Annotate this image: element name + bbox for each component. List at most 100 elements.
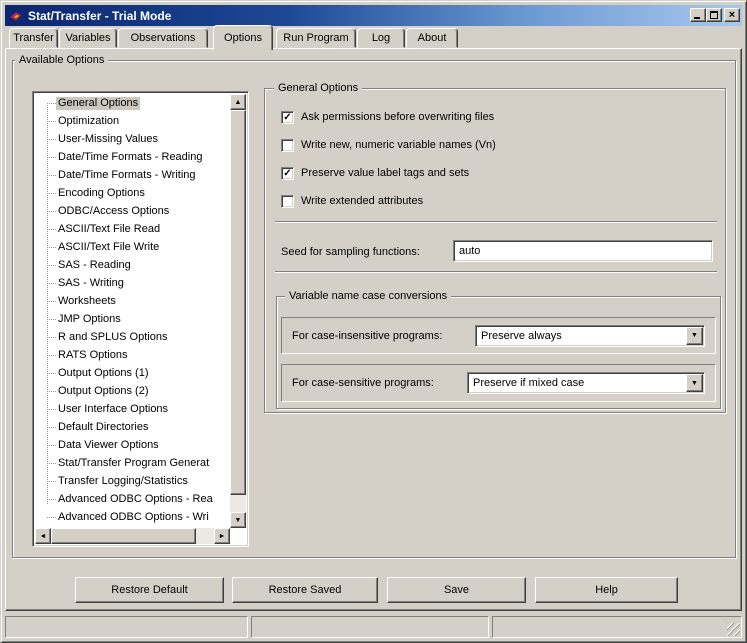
- tree-item-label: User-Missing Values: [58, 132, 159, 145]
- tree-item-jmp-options[interactable]: JMP Options: [35, 310, 230, 328]
- options-tab-page: Available Options General Options Optimiz…: [5, 48, 742, 611]
- vertical-scroll-thumb[interactable]: [230, 110, 246, 495]
- tree-item-label: Output Options (2): [58, 384, 149, 397]
- tree-item-label: Data Viewer Options: [58, 438, 159, 451]
- tree-item-odbc-access-options[interactable]: ODBC/Access Options: [35, 202, 230, 220]
- application-window: Stat/Transfer - Trial Mode × Transfer Var…: [0, 0, 747, 643]
- app-icon: [8, 8, 24, 24]
- tree-item-label: Date/Time Formats - Reading: [58, 150, 203, 163]
- maximize-icon: [710, 11, 718, 19]
- checkbox-row-write-new-numeric-variable-names-vn[interactable]: Write new, numeric variable names (Vn): [281, 138, 496, 152]
- tree-item-advanced-odbc-options-wri[interactable]: Advanced ODBC Options - Wri: [35, 508, 230, 526]
- status-bar: [5, 616, 742, 638]
- scroll-up-button[interactable]: ▲: [230, 94, 246, 110]
- tab-run-program[interactable]: Run Program: [276, 28, 356, 48]
- tree-item-sas-reading[interactable]: SAS - Reading: [35, 256, 230, 274]
- case-sensitive-row: For case-sensitive programs: Preserve if…: [281, 364, 716, 402]
- checkbox-row-write-extended-attributes[interactable]: Write extended attributes: [281, 194, 423, 208]
- tree-item-optimization[interactable]: Optimization: [35, 112, 230, 130]
- tree-item-user-interface-options[interactable]: User Interface Options: [35, 400, 230, 418]
- tree-item-ascii-text-file-read[interactable]: ASCII/Text File Read: [35, 220, 230, 238]
- tab-transfer[interactable]: Transfer: [9, 28, 58, 48]
- maximize-button[interactable]: [706, 8, 722, 22]
- options-tree[interactable]: General Options Optimization User-Missing …: [32, 91, 249, 547]
- tree-item-ascii-text-file-write[interactable]: ASCII/Text File Write: [35, 238, 230, 256]
- tree-item-worksheets[interactable]: Worksheets: [35, 292, 230, 310]
- tree-item-user-missing-values[interactable]: User-Missing Values: [35, 130, 230, 148]
- tree-item-output-options-1[interactable]: Output Options (1): [35, 364, 230, 382]
- checkbox-label: Write new, numeric variable names (Vn): [301, 139, 496, 151]
- tree-item-label: Output Options (1): [58, 366, 149, 379]
- tab-about[interactable]: About: [406, 28, 458, 48]
- tree-item-rats-options[interactable]: RATS Options: [35, 346, 230, 364]
- checkbox-label: Write extended attributes: [301, 195, 424, 207]
- window-title: Stat/Transfer - Trial Mode: [28, 8, 172, 23]
- checkbox-row-ask-permissions-before-overwriting-files[interactable]: ✓ Ask permissions before overwriting file…: [281, 110, 494, 124]
- titlebar[interactable]: Stat/Transfer - Trial Mode ×: [5, 5, 742, 26]
- seed-label: Seed for sampling functions:: [281, 246, 420, 258]
- tree-item-general-options[interactable]: General Options: [35, 94, 230, 112]
- tree-horizontal-scrollbar[interactable]: ◄ ►: [35, 528, 230, 544]
- horizontal-scroll-thumb[interactable]: [51, 528, 196, 544]
- general-options-label: General Options: [274, 81, 363, 95]
- status-panel-1: [5, 616, 248, 638]
- tree-item-label: Advanced ODBC Options - Rea: [58, 492, 213, 505]
- separator: [275, 221, 717, 223]
- tab-observations[interactable]: Observations: [118, 28, 208, 48]
- tree-item-date-time-formats-writing[interactable]: Date/Time Formats - Writing: [35, 166, 230, 184]
- tree-item-transfer-logging-statistics[interactable]: Transfer Logging/Statistics: [35, 472, 230, 490]
- tab-options[interactable]: Options: [213, 25, 273, 50]
- checkbox-row-preserve-value-label-tags-and-sets[interactable]: ✓ Preserve value label tags and sets: [281, 166, 469, 180]
- tree-item-output-options-2[interactable]: Output Options (2): [35, 382, 230, 400]
- checkbox-checked-icon[interactable]: ✓: [281, 166, 294, 180]
- tree-vertical-scrollbar[interactable]: ▲ ▼: [230, 94, 246, 528]
- tab-label: Variables: [65, 32, 111, 44]
- available-options-label: Available Options: [15, 53, 109, 67]
- combobox-value: Preserve always: [481, 329, 562, 342]
- checkbox-checked-icon[interactable]: ✓: [281, 110, 294, 124]
- checkbox-unchecked-icon[interactable]: [281, 138, 294, 152]
- dropdown-arrow-icon[interactable]: ▼: [686, 374, 703, 392]
- case-sensitive-label: For case-sensitive programs:: [292, 377, 434, 389]
- combobox-value: Preserve if mixed case: [473, 377, 585, 389]
- tree-item-label: Worksheets: [58, 294, 116, 307]
- close-button[interactable]: ×: [724, 8, 740, 22]
- scroll-right-button[interactable]: ►: [214, 528, 230, 544]
- tree-item-label: SAS - Writing: [58, 276, 124, 289]
- tree-item-label: R and SPLUS Options: [58, 330, 168, 343]
- tree-item-default-directories[interactable]: Default Directories: [35, 418, 230, 436]
- scroll-down-button[interactable]: ▼: [230, 512, 246, 528]
- tree-item-label: Transfer Logging/Statistics: [58, 474, 188, 487]
- caption-buttons: ×: [690, 8, 740, 22]
- scroll-left-button[interactable]: ◄: [35, 528, 51, 544]
- save-button[interactable]: Save: [387, 577, 526, 603]
- tree-item-label: Date/Time Formats - Writing: [58, 168, 196, 181]
- minimize-button[interactable]: [690, 8, 706, 22]
- status-panel-2: [251, 616, 489, 638]
- tree-item-data-viewer-options[interactable]: Data Viewer Options: [35, 436, 230, 454]
- tree-item-r-and-splus-options[interactable]: R and SPLUS Options: [35, 328, 230, 346]
- tree-item-encoding-options[interactable]: Encoding Options: [35, 184, 230, 202]
- tab-variables[interactable]: Variables: [59, 28, 117, 48]
- restore-saved-button[interactable]: Restore Saved: [232, 577, 378, 603]
- tree-rows: General Options Optimization User-Missing …: [35, 94, 230, 528]
- tree-item-date-time-formats-reading[interactable]: Date/Time Formats - Reading: [35, 148, 230, 166]
- dropdown-arrow-icon[interactable]: ▼: [686, 326, 703, 345]
- tab-label: Log: [371, 32, 391, 44]
- case-sensitive-combobox[interactable]: Preserve if mixed case ▼: [467, 372, 705, 394]
- tree-item-sas-writing[interactable]: SAS - Writing: [35, 274, 230, 292]
- seed-input[interactable]: [453, 240, 713, 262]
- tab-log[interactable]: Log: [357, 28, 405, 48]
- case-insensitive-combobox[interactable]: Preserve always ▼: [475, 324, 705, 347]
- resize-grip-icon[interactable]: [727, 623, 740, 636]
- tree-item-label: General Options: [56, 96, 141, 110]
- close-icon: ×: [728, 9, 736, 21]
- checkbox-unchecked-icon[interactable]: [281, 194, 294, 208]
- tree-item-label: JMP Options: [58, 312, 121, 325]
- tree-item-advanced-odbc-options-rea[interactable]: Advanced ODBC Options - Rea: [35, 490, 230, 508]
- restore-default-button[interactable]: Restore Default: [75, 577, 224, 603]
- case-conversions-label: Variable name case conversions: [285, 289, 452, 303]
- help-button[interactable]: Help: [535, 577, 678, 603]
- tree-item-stat-transfer-program-generat[interactable]: Stat/Transfer Program Generat: [35, 454, 230, 472]
- checkbox-label: Preserve value label tags and sets: [301, 167, 470, 179]
